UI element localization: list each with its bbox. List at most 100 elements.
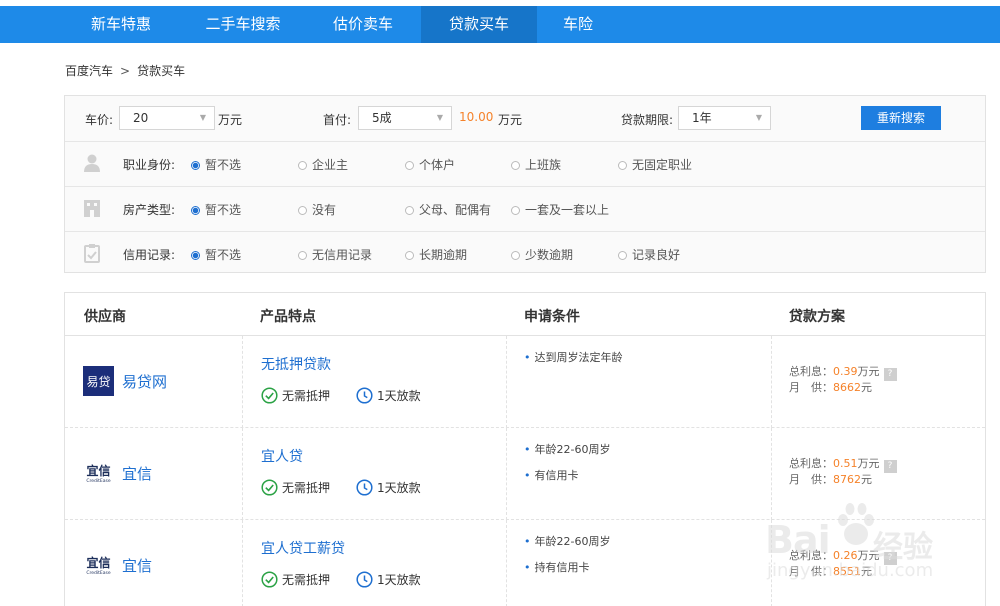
breadcrumb-current: 贷款买车 xyxy=(137,64,186,78)
occupation-option-unfixed[interactable]: 无固定职业 xyxy=(618,156,692,173)
occupation-option-none[interactable]: 暂不选 xyxy=(191,156,241,173)
feature-one-day-loan: 1天放款 xyxy=(356,387,421,404)
paw-icon xyxy=(838,503,874,545)
occupation-option-owner[interactable]: 企业主 xyxy=(298,156,348,173)
feature-no-collateral: 无需抵押 xyxy=(261,387,330,404)
help-icon[interactable]: ? xyxy=(883,460,897,473)
condition-item: • 年龄22-60周岁 xyxy=(524,443,611,456)
price-value: 20 xyxy=(133,111,149,125)
check-circle-icon xyxy=(261,479,278,496)
price-select[interactable]: 20 ▼ xyxy=(119,106,215,130)
property-option-no[interactable]: 没有 xyxy=(298,201,336,218)
check-circle-icon xyxy=(261,571,278,588)
person-icon xyxy=(84,154,100,172)
radio-icon xyxy=(191,206,200,215)
help-icon[interactable]: ? xyxy=(883,368,897,381)
provider-name[interactable]: 易贷网 xyxy=(122,371,167,392)
feature-no-collateral: 无需抵押 xyxy=(261,479,330,496)
property-option-one-or-more[interactable]: 一套及一套以上 xyxy=(511,201,609,218)
loan-term-label: 贷款期限: xyxy=(621,113,674,127)
creditease-logo-subtext: CreditEase xyxy=(86,570,110,576)
creditease-logo-text: 宜信 xyxy=(86,463,110,478)
header-provider: 供应商 xyxy=(84,309,126,325)
credit-option-no-record[interactable]: 无信用记录 xyxy=(298,246,372,263)
re-search-button[interactable]: 重新搜索 xyxy=(861,106,941,130)
column-divider xyxy=(506,428,507,520)
nav-item-sell-car[interactable]: 估价卖车 xyxy=(310,6,416,43)
breadcrumb: 百度汽车 > 贷款买车 xyxy=(65,62,185,79)
feature-no-collateral: 无需抵押 xyxy=(261,571,330,588)
radio-icon xyxy=(618,161,627,170)
credit-option-good[interactable]: 记录良好 xyxy=(618,246,680,263)
credit-option-few-overdue[interactable]: 少数逾期 xyxy=(511,246,573,263)
filter-row-price: 车价: 20 ▼ 万元 首付: 5成 ▼ 10.00 万元 贷款期限: 1年 ▼… xyxy=(65,96,985,141)
condition-item: • 达到周岁法定年龄 xyxy=(524,351,623,364)
radio-icon xyxy=(405,206,414,215)
credit-label: 信用记录: xyxy=(123,248,176,262)
credit-option-long-overdue[interactable]: 长期逾期 xyxy=(405,246,467,263)
nav-item-car-insurance[interactable]: 车险 xyxy=(537,6,619,43)
column-divider xyxy=(506,520,507,606)
radio-icon xyxy=(618,251,627,260)
radio-icon xyxy=(191,251,200,260)
yidai-logo[interactable]: 易贷 xyxy=(83,366,114,396)
column-divider xyxy=(242,428,243,520)
header-product: 产品特点 xyxy=(260,309,316,325)
credit-option-none[interactable]: 暂不选 xyxy=(191,246,241,263)
property-label: 房产类型: xyxy=(123,203,176,217)
plan-monthly: 月 供：8662元 xyxy=(789,381,872,394)
loan-filter-panel: 车价: 20 ▼ 万元 首付: 5成 ▼ 10.00 万元 贷款期限: 1年 ▼… xyxy=(64,95,986,273)
product-name[interactable]: 无抵押贷款 xyxy=(261,354,331,374)
creditease-logo[interactable]: 宜信 CreditEase xyxy=(83,550,114,580)
product-name[interactable]: 宜人贷工薪贷 xyxy=(261,538,345,558)
condition-item: • 有信用卡 xyxy=(524,469,579,482)
top-nav: 新车特惠 二手车搜索 估价卖车 贷款买车 车险 xyxy=(0,6,1000,43)
column-divider xyxy=(242,520,243,606)
table-row: 易贷 易贷网 无抵押贷款 无需抵押 1天放款 • 达到周岁法定年龄 总利息：0.3… xyxy=(65,336,985,428)
nav-item-used-car-search[interactable]: 二手车搜索 xyxy=(186,6,300,43)
clock-icon xyxy=(356,479,373,496)
down-payment-unit: 万元 xyxy=(498,113,523,127)
radio-icon xyxy=(298,161,307,170)
filter-row-occupation: 职业身份: 暂不选 企业主 个体户 上班族 无固定职业 xyxy=(65,141,985,186)
down-payment-select[interactable]: 5成 ▼ xyxy=(358,106,452,130)
yidai-logo-text: 易贷 xyxy=(86,375,110,389)
radio-icon xyxy=(405,251,414,260)
radio-icon xyxy=(298,206,307,215)
radio-icon xyxy=(405,161,414,170)
radio-icon xyxy=(511,251,520,260)
down-payment-label: 首付: xyxy=(323,113,352,127)
nav-item-car-loan[interactable]: 贷款买车 xyxy=(421,6,537,43)
occupation-option-employee[interactable]: 上班族 xyxy=(511,156,561,173)
table-header: 供应商 产品特点 申请条件 贷款方案 xyxy=(65,293,985,336)
occupation-label: 职业身份: xyxy=(123,158,176,172)
baidu-jingyan-watermark: Bai 经验 jingyan.baidu.com xyxy=(765,496,955,588)
product-name[interactable]: 宜人贷 xyxy=(261,446,303,466)
plan-monthly: 月 供：8762元 xyxy=(789,473,872,486)
creditease-logo[interactable]: 宜信 CreditEase xyxy=(83,458,114,488)
nav-item-new-car-deals[interactable]: 新车特惠 xyxy=(66,6,176,43)
clipboard-icon xyxy=(84,244,100,263)
column-divider xyxy=(242,336,243,428)
creditease-logo-subtext: CreditEase xyxy=(86,478,110,484)
loan-term-select[interactable]: 1年 ▼ xyxy=(678,106,771,130)
breadcrumb-home-link[interactable]: 百度汽车 xyxy=(65,64,113,78)
watermark-brand: Bai xyxy=(765,518,831,562)
provider-name[interactable]: 宜信 xyxy=(122,463,152,484)
loan-term-value: 1年 xyxy=(692,111,712,125)
breadcrumb-separator: > xyxy=(120,64,131,78)
down-payment-value: 5成 xyxy=(372,111,392,125)
watermark-url: jingyan.baidu.com xyxy=(767,560,934,581)
column-divider xyxy=(506,336,507,428)
feature-one-day-loan: 1天放款 xyxy=(356,479,421,496)
building-icon xyxy=(84,200,100,217)
chevron-down-icon: ▼ xyxy=(755,113,762,122)
radio-icon xyxy=(511,161,520,170)
property-option-family[interactable]: 父母、配偶有 xyxy=(405,201,491,218)
occupation-option-self-employed[interactable]: 个体户 xyxy=(405,156,455,173)
filter-row-credit: 信用记录: 暂不选 无信用记录 长期逾期 少数逾期 记录良好 xyxy=(65,231,985,276)
price-unit: 万元 xyxy=(218,113,243,127)
provider-name[interactable]: 宜信 xyxy=(122,555,152,576)
radio-icon xyxy=(511,206,520,215)
property-option-none[interactable]: 暂不选 xyxy=(191,201,241,218)
